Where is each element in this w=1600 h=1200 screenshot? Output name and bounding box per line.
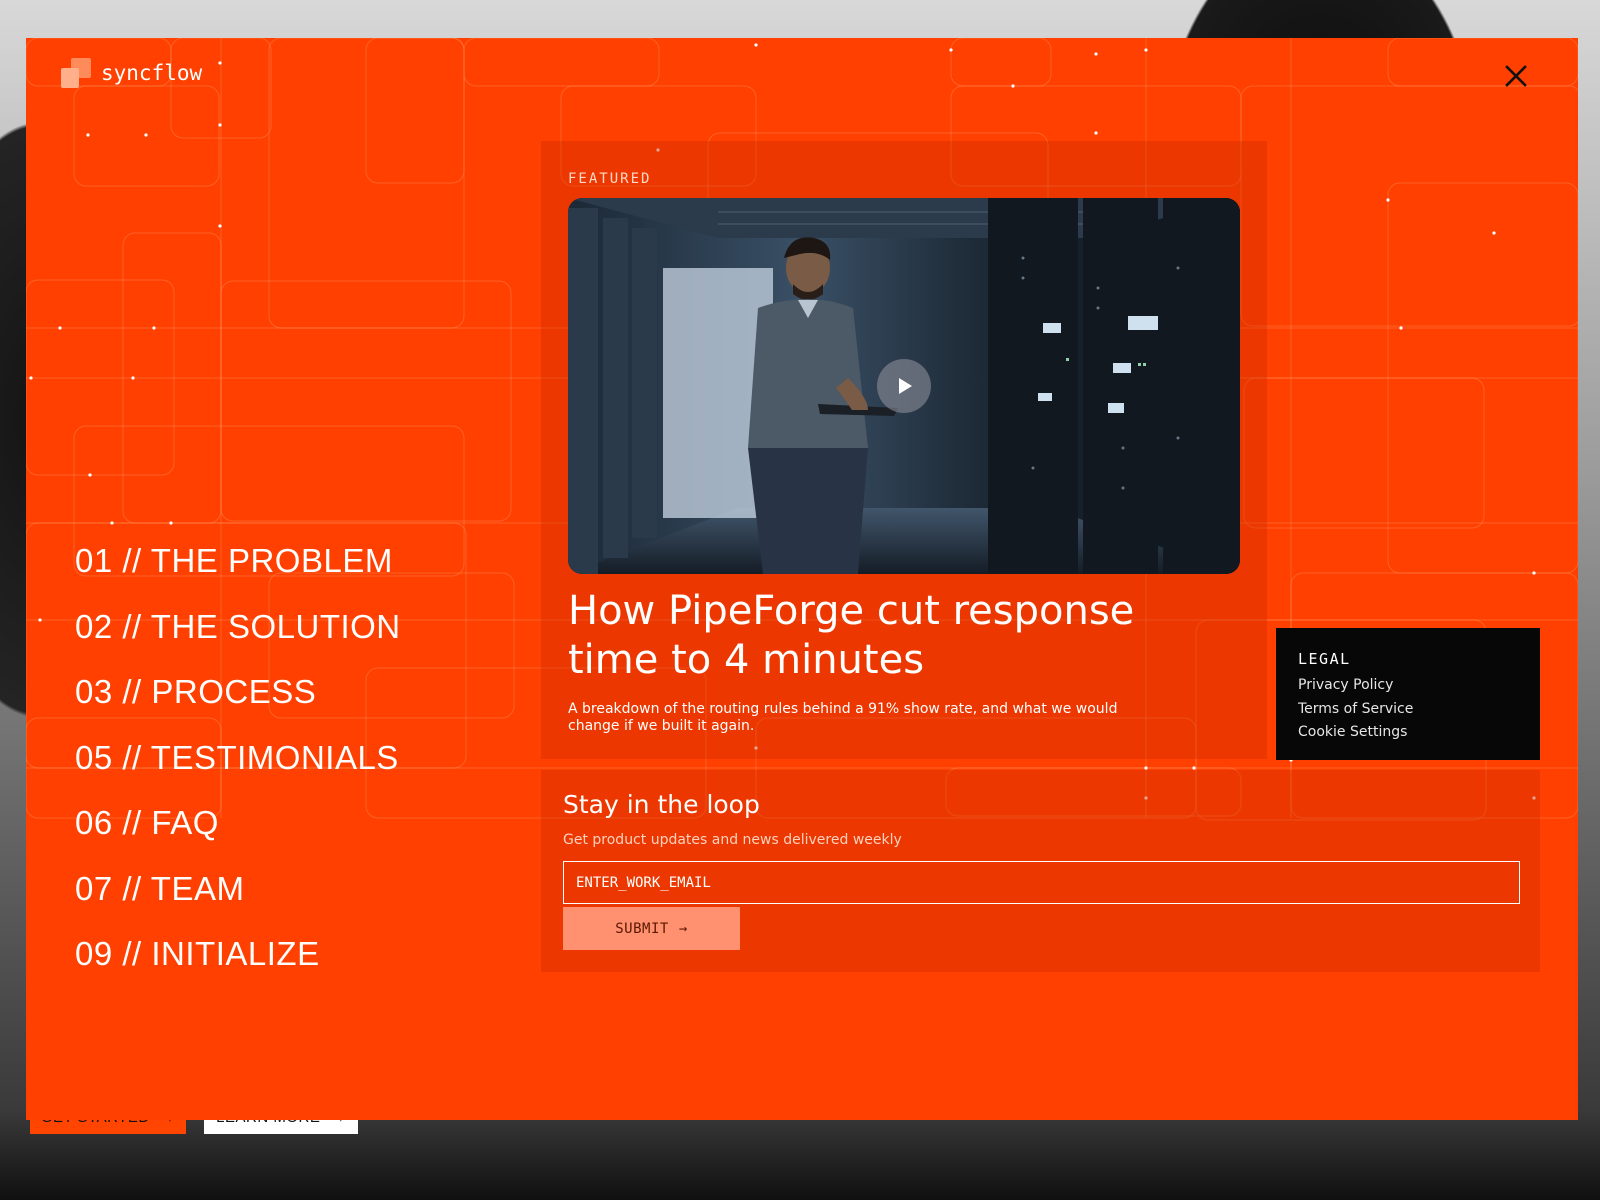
email-input[interactable] xyxy=(563,861,1520,904)
menu-overlay: syncflow 01 // THE PROBLEM 02 // THE SOL… xyxy=(26,38,1578,1120)
cookie-settings-link[interactable]: Cookie Settings xyxy=(1298,721,1540,745)
submit-label: SUBMIT xyxy=(615,920,669,937)
close-menu-button[interactable] xyxy=(1494,54,1538,98)
nav-item-the-solution[interactable]: 02 // THE SOLUTION xyxy=(75,594,401,660)
featured-description: A breakdown of the routing rules behind … xyxy=(568,701,1118,734)
nav-item-faq[interactable]: 06 // FAQ xyxy=(75,790,401,856)
legal-title: LEGAL xyxy=(1298,650,1351,668)
privacy-policy-link[interactable]: Privacy Policy xyxy=(1298,674,1540,698)
nav-item-process[interactable]: 03 // PROCESS xyxy=(75,659,401,725)
newsletter-title: Stay in the loop xyxy=(563,790,760,819)
logo-mark-icon xyxy=(61,58,91,88)
brand-name: syncflow xyxy=(101,61,203,85)
featured-title[interactable]: How PipeForge cut response time to 4 min… xyxy=(568,587,1188,685)
brand-logo[interactable]: syncflow xyxy=(61,58,202,88)
nav-item-initialize[interactable]: 09 // INITIALIZE xyxy=(75,921,401,987)
terms-of-service-link[interactable]: Terms of Service xyxy=(1298,698,1540,722)
main-navigation: 01 // THE PROBLEM 02 // THE SOLUTION 03 … xyxy=(75,528,401,987)
nav-item-team[interactable]: 07 // TEAM xyxy=(75,856,401,922)
featured-label: FEATURED xyxy=(568,171,652,187)
featured-video[interactable] xyxy=(568,198,1240,574)
featured-card: FEATURED How PipeForge cut response time… xyxy=(541,141,1267,759)
submit-button[interactable]: SUBMIT → xyxy=(563,907,740,950)
nav-item-testimonials[interactable]: 05 // TESTIMONIALS xyxy=(75,725,401,791)
newsletter-subtitle: Get product updates and news delivered w… xyxy=(563,832,902,848)
play-icon xyxy=(899,378,912,394)
newsletter-signup: Stay in the loop Get product updates and… xyxy=(541,770,1540,972)
close-icon xyxy=(1505,65,1527,87)
nav-item-the-problem[interactable]: 01 // THE PROBLEM xyxy=(75,528,401,594)
play-button[interactable] xyxy=(877,359,931,413)
legal-panel: LEGAL Privacy Policy Terms of Service Co… xyxy=(1276,628,1540,760)
arrow-right-icon: → xyxy=(678,920,688,937)
